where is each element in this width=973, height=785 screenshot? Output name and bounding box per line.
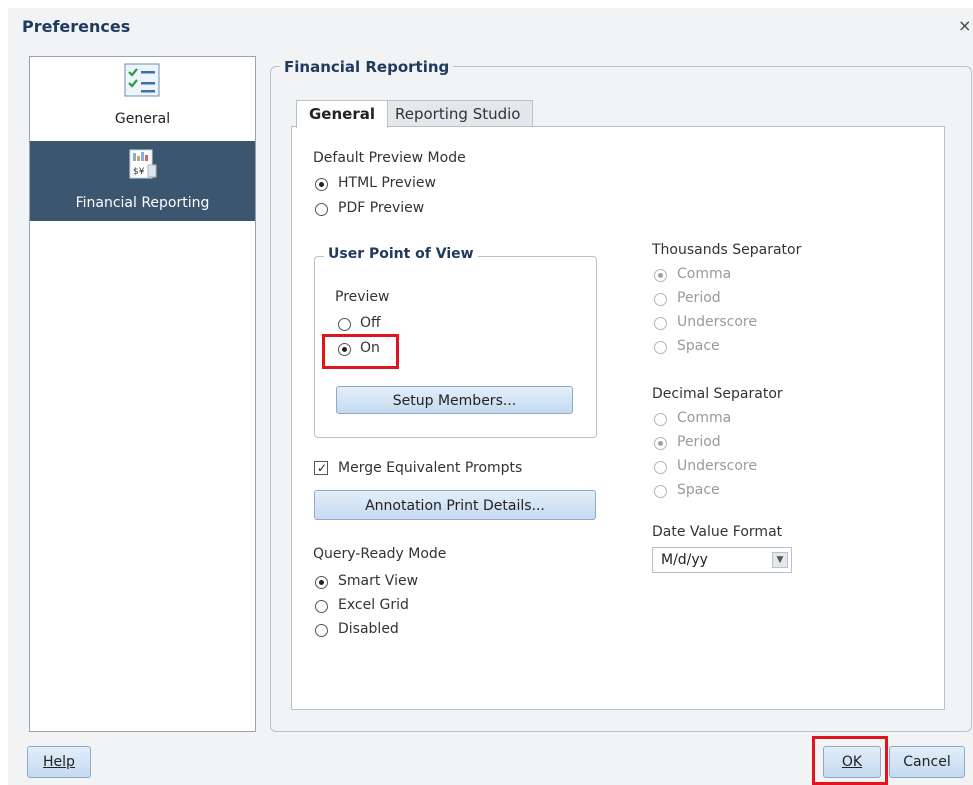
radio-smart-view[interactable] (315, 576, 328, 589)
sidebar: General $¥ Financial Reporting (29, 56, 256, 732)
sidebar-item-label: Financial Reporting (75, 195, 210, 211)
financial-report-icon: $¥ (129, 149, 157, 179)
checklist-icon (124, 63, 160, 97)
date-format-title: Date Value Format (652, 524, 783, 540)
cancel-button[interactable]: Cancel (889, 746, 965, 778)
preview-label: Preview (335, 289, 390, 305)
group-title: Financial Reporting (280, 58, 454, 76)
radio-excel-grid[interactable] (315, 600, 328, 613)
dialog-title: Preferences (22, 17, 131, 36)
radio-thousands-space (654, 341, 667, 354)
merge-prompts-checkbox[interactable]: ✓ (314, 461, 328, 475)
default-preview-title: Default Preview Mode (313, 150, 466, 166)
radio-label-decimal-comma: Comma (677, 410, 732, 426)
radio-label-decimal-underscore: Underscore (677, 458, 757, 474)
radio-label-pdf-preview: PDF Preview (338, 200, 425, 216)
merge-prompts-label: Merge Equivalent Prompts (338, 460, 523, 476)
thousands-separator-title: Thousands Separator (652, 242, 802, 258)
radio-decimal-period (654, 437, 667, 450)
radio-decimal-space (654, 485, 667, 498)
radio-label-off: Off (360, 315, 381, 331)
annotation-print-details-button[interactable]: Annotation Print Details... (314, 490, 596, 520)
user-pov-title: User Point of View (324, 246, 478, 262)
radio-pdf-preview[interactable] (315, 203, 328, 216)
radio-preview-off[interactable] (338, 318, 351, 331)
radio-html-preview[interactable] (315, 178, 328, 191)
date-format-value: M/d/yy (661, 552, 708, 568)
highlight-box-preview-on (322, 334, 399, 369)
tab-reporting-studio[interactable]: Reporting Studio (382, 100, 534, 127)
radio-disabled[interactable] (315, 624, 328, 637)
radio-label-html-preview: HTML Preview (338, 175, 436, 191)
ok-button[interactable]: OK (823, 746, 881, 778)
svg-text:$¥: $¥ (133, 167, 145, 177)
checkmark-icon: ✓ (317, 461, 328, 475)
help-button[interactable]: Help (27, 746, 91, 778)
decimal-separator-title: Decimal Separator (652, 386, 783, 402)
radio-label-thousands-comma: Comma (677, 266, 732, 282)
chevron-down-icon[interactable]: ▼ (772, 552, 788, 568)
radio-thousands-comma (654, 269, 667, 282)
setup-members-button[interactable]: Setup Members... (336, 386, 573, 414)
radio-label-smart-view: Smart View (338, 573, 419, 589)
radio-label-decimal-period: Period (677, 434, 721, 450)
tab-general[interactable]: General (296, 100, 388, 128)
radio-label-thousands-space: Space (677, 338, 720, 354)
sidebar-item-general[interactable]: General (30, 57, 255, 141)
sidebar-item-label: General (114, 111, 171, 127)
radio-label-disabled: Disabled (338, 621, 399, 637)
radio-label-thousands-underscore: Underscore (677, 314, 757, 330)
help-button-label: Help (43, 754, 75, 770)
radio-decimal-underscore (654, 461, 667, 474)
date-format-select[interactable]: M/d/yy ▼ (652, 547, 792, 573)
ok-button-label: OK (841, 754, 863, 770)
query-ready-title: Query-Ready Mode (313, 546, 447, 562)
close-icon[interactable]: × (958, 16, 971, 35)
radio-label-excel-grid: Excel Grid (338, 597, 409, 613)
radio-label-decimal-space: Space (677, 482, 720, 498)
radio-thousands-underscore (654, 317, 667, 330)
radio-decimal-comma (654, 413, 667, 426)
sidebar-item-financial-reporting[interactable]: $¥ Financial Reporting (30, 141, 255, 221)
radio-thousands-period (654, 293, 667, 306)
radio-label-thousands-period: Period (677, 290, 721, 306)
